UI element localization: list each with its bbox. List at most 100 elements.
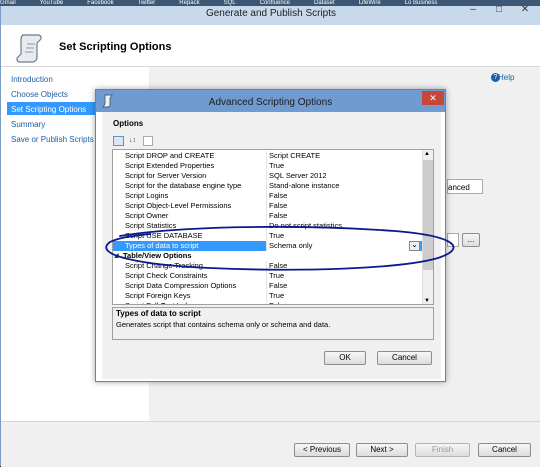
property-name: Script Owner (125, 211, 169, 220)
collapse-arrow-icon[interactable]: ◢ (114, 251, 119, 261)
scroll-down-icon[interactable]: ▼ (424, 298, 430, 304)
browse-button[interactable]: ... (462, 233, 480, 247)
next-button[interactable]: Next > (356, 443, 408, 457)
property-name: Script Foreign Keys (125, 291, 191, 300)
grid-property-row[interactable]: Script Logins False (113, 191, 422, 201)
favorite-link[interactable]: Gmail (0, 0, 16, 6)
grid-column-divider (266, 161, 267, 171)
grid-column-divider (266, 211, 267, 221)
grid-column-divider (266, 151, 267, 161)
description-text: Generates script that contains schema on… (116, 320, 331, 329)
property-value: False (269, 301, 287, 304)
property-grid: Script DROP and CREATE Script CREATE Scrip… (112, 149, 434, 305)
grid-column-divider (266, 201, 267, 211)
grid-column-divider (266, 181, 267, 191)
property-value: False (269, 211, 288, 220)
property-value: True (269, 161, 285, 170)
grid-property-row[interactable]: Script Extended Properties True (113, 161, 422, 171)
grid-property-row[interactable]: Script USE DATABASE True (113, 231, 422, 241)
favorite-link[interactable]: SQL (224, 0, 236, 6)
help-link[interactable]: Help (498, 73, 514, 82)
grid-property-row[interactable]: Script Check Constraints True (113, 271, 422, 281)
property-name: Script Statistics (125, 221, 177, 230)
nav-summary[interactable]: Summary (11, 120, 45, 129)
dialog-close-button[interactable]: ✕ (422, 91, 444, 105)
property-name: Script DROP and CREATE (125, 151, 215, 160)
grid-column-divider (266, 191, 267, 201)
property-name: Types of data to script (125, 241, 199, 250)
favorite-link[interactable]: YouTube (40, 0, 64, 6)
favorite-link[interactable]: Repack (179, 0, 199, 6)
dropdown-arrow-icon[interactable]: ⌄ (409, 241, 420, 251)
grid-property-row[interactable]: Script for Server Version SQL Server 2012 (113, 171, 422, 181)
grid-column-divider (266, 261, 267, 271)
property-value: Do not script statistics (269, 221, 342, 230)
nav-save-or-publish[interactable]: Save or Publish Scripts (11, 135, 94, 144)
advanced-button[interactable]: anced (447, 179, 483, 194)
grid-column-divider (266, 221, 267, 231)
scroll-script-icon (16, 34, 42, 63)
property-value: False (269, 191, 288, 200)
favorite-link[interactable]: Lo Business (405, 0, 438, 6)
grid-property-row[interactable]: Types of data to script Schema only ⌄ (113, 241, 422, 251)
property-name: Script Full-Text Indexes (125, 301, 203, 304)
grid-property-row[interactable]: Script Change Tracking False (113, 261, 422, 271)
property-name: Table/View Options (123, 251, 192, 260)
property-name: Script Logins (125, 191, 169, 200)
page-heading: Set Scripting Options (59, 41, 172, 53)
property-value: True (269, 231, 285, 240)
grid-property-row[interactable]: Script Object-Level Permissions False (113, 201, 422, 211)
grid-property-row[interactable]: Script Statistics Do not script statistic… (113, 221, 422, 231)
favorite-link[interactable]: Facebook (87, 0, 113, 6)
favorite-link[interactable]: LifeWire (359, 0, 381, 6)
property-name: Script Change Tracking (125, 261, 203, 270)
previous-button[interactable]: < Previous (294, 443, 350, 457)
finish-button[interactable]: Finish (415, 443, 470, 457)
property-value: SQL Server 2012 (269, 171, 327, 180)
property-value: True (269, 291, 285, 300)
options-label: Options (113, 119, 144, 128)
property-name: Script Object-Level Permissions (125, 201, 232, 210)
file-path-input[interactable] (447, 233, 459, 247)
property-name: Script Extended Properties (125, 161, 215, 170)
grid-category-row[interactable]: ◢ Table/View Options (113, 251, 422, 261)
grid-scrollbar-thumb[interactable] (423, 160, 433, 270)
grid-column-divider (266, 301, 267, 304)
property-name: Script for the database engine type (125, 181, 242, 190)
ok-button[interactable]: OK (324, 351, 366, 365)
favorite-link[interactable]: Confluence (260, 0, 290, 6)
nav-introduction[interactable]: Introduction (11, 75, 53, 84)
property-value: False (269, 261, 288, 270)
property-value: False (269, 281, 288, 290)
grid-property-row[interactable]: Script Data Compression Options False (113, 281, 422, 291)
favorite-link[interactable]: Twitter (138, 0, 156, 6)
property-name: Script for Server Version (125, 171, 207, 180)
favorite-link[interactable]: Dataset (314, 0, 335, 6)
categorized-view-icon[interactable] (113, 136, 124, 146)
property-value: Stand-alone instance (269, 181, 340, 190)
property-name: Script USE DATABASE (125, 231, 203, 240)
property-value: False (269, 201, 288, 210)
property-value[interactable]: Schema only (267, 241, 420, 251)
grid-property-row[interactable]: Script for the database engine type Stand… (113, 181, 422, 191)
scroll-up-icon[interactable]: ▲ (424, 151, 430, 157)
wizard-cancel-button[interactable]: Cancel (478, 443, 531, 457)
grid-property-row[interactable]: Script Full-Text Indexes False (113, 301, 422, 304)
nav-choose-objects[interactable]: Choose Objects (11, 90, 68, 99)
grid-column-divider (266, 231, 267, 241)
dialog-cancel-button[interactable]: Cancel (377, 351, 432, 365)
grid-property-row[interactable]: Script Foreign Keys True (113, 291, 422, 301)
property-pages-icon[interactable] (143, 136, 153, 146)
wizard-title: Generate and Publish Scripts (205, 8, 337, 19)
grid-column-divider (266, 171, 267, 181)
grid-column-divider (266, 271, 267, 281)
nav-set-scripting-options[interactable]: Set Scripting Options (11, 105, 86, 114)
description-title: Types of data to script (116, 309, 201, 318)
alphabetical-sort-icon[interactable]: ↓↕ (127, 136, 138, 146)
property-value: Script CREATE (269, 151, 321, 160)
grid-property-row[interactable]: Script DROP and CREATE Script CREATE (113, 151, 422, 161)
grid-property-row[interactable]: Script Owner False (113, 211, 422, 221)
browser-favorites-bar: Gmail YouTube Facebook Twitter Repack SQL Conf… (0, 0, 540, 6)
dialog-title: Advanced Scripting Options (208, 97, 333, 108)
property-name: Script Data Compression Options (125, 281, 237, 290)
